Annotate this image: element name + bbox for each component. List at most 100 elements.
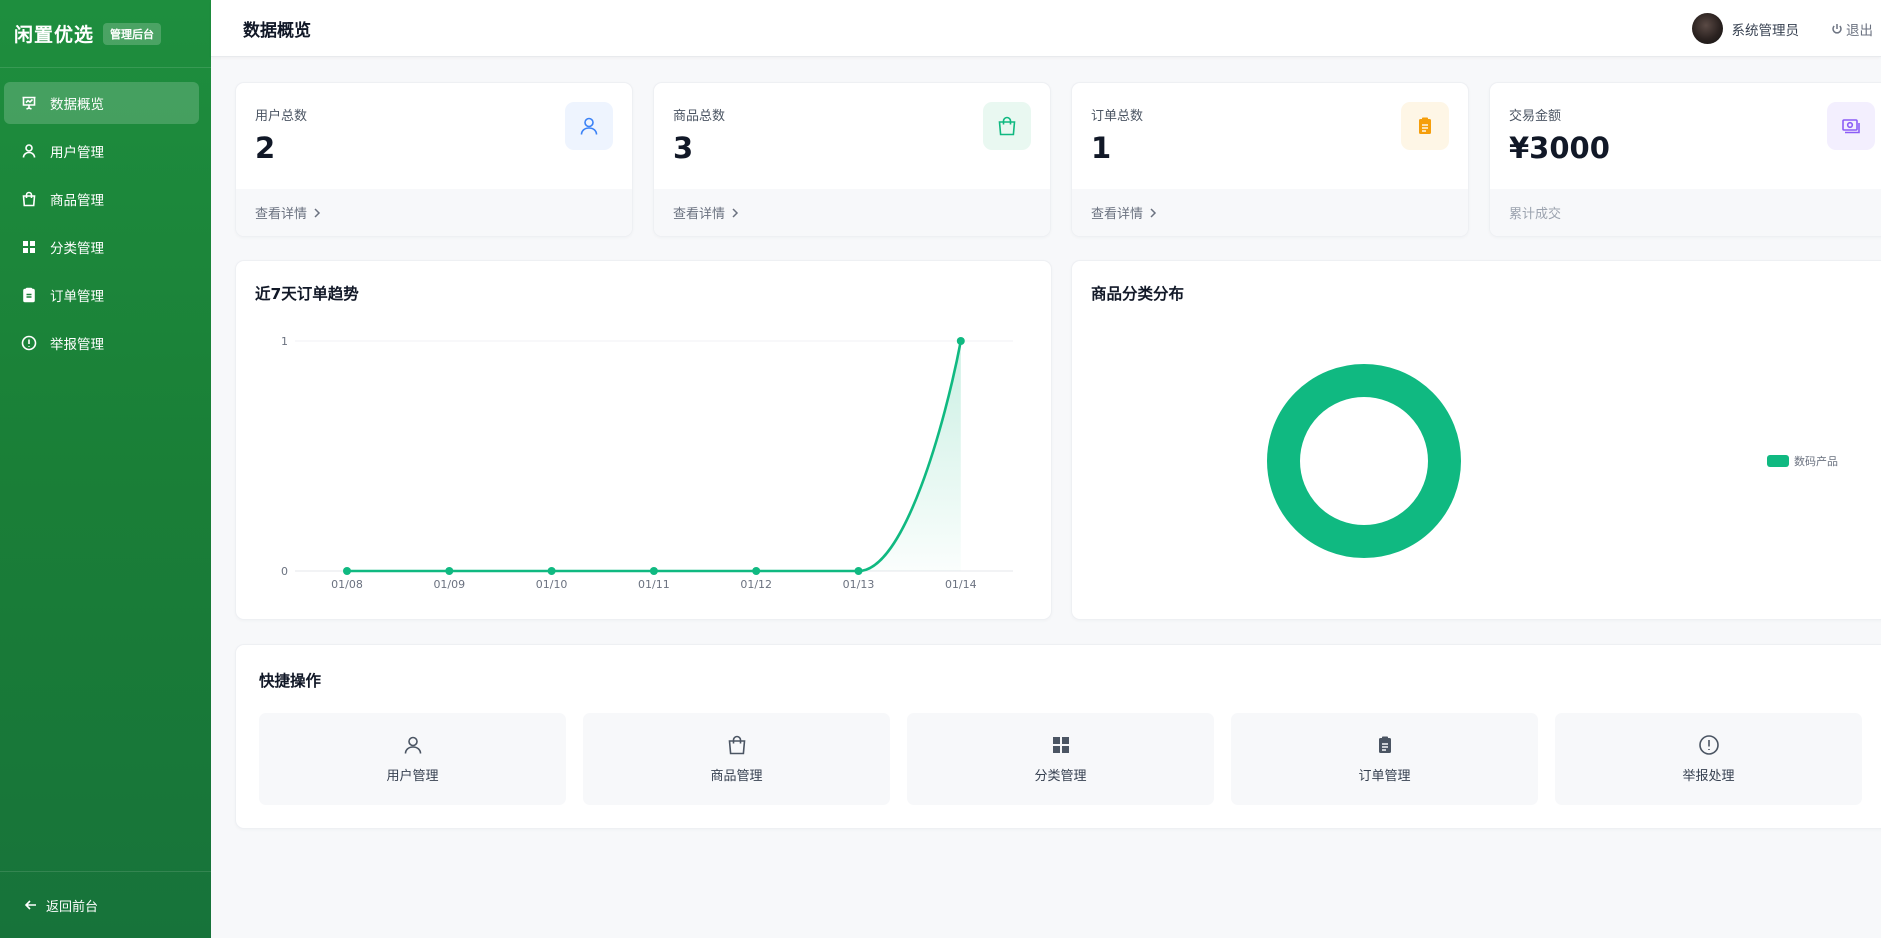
sidebar-item-orders[interactable]: 订单管理 [4, 274, 199, 316]
user-name[interactable]: 系统管理员 [1732, 19, 1800, 39]
sidebar-item-products[interactable]: 商品管理 [4, 178, 199, 220]
back-label: 返回前台 [46, 899, 99, 915]
arrow-left-icon [24, 900, 36, 910]
data-point [854, 567, 863, 575]
logout-label: 退出 [1846, 22, 1873, 39]
stat-label: 交易金额 [1509, 109, 1562, 124]
y-tick-label: 0 [281, 565, 288, 578]
app-tag: 管理后台 [103, 22, 162, 45]
stat-footer-label: 查看详情 [255, 207, 308, 222]
logout-button[interactable]: 退出 [1831, 19, 1881, 39]
clipboard-icon [1401, 102, 1449, 150]
quick-action-label: 订单管理 [1358, 769, 1411, 784]
quick-actions-title: 快捷操作 [259, 672, 322, 690]
trend-area [347, 341, 961, 571]
pie-slice [1267, 364, 1461, 558]
category-distribution-card: 商品分类分布 数码产品 [1071, 260, 1881, 620]
quick-action-label: 举报处理 [1682, 769, 1735, 784]
data-point [649, 567, 658, 575]
trend-line [347, 340, 963, 573]
legend-label: 数码产品 [1794, 454, 1838, 468]
stat-label: 商品总数 [673, 109, 726, 124]
sidebar-menu: 数据概览 用户管理 商品管理 分类管理 订单管理 举报管理 [0, 68, 211, 364]
stat-card-users: 用户总数 2 查看详情 [235, 82, 633, 237]
user-icon [20, 142, 38, 160]
presentation-chart-icon [20, 94, 38, 112]
top-header: 数据概览 系统管理员 退出 [211, 0, 1881, 57]
money-icon [1827, 102, 1875, 150]
sidebar-item-label: 订单管理 [50, 289, 104, 305]
clipboard-icon [1378, 736, 1391, 753]
stat-value: 1 [1091, 131, 1112, 165]
order-trend-chart: 0 1 01/08 01/09 01/10 01/11 01/12 01/13 01/14 [281, 335, 1013, 591]
quick-action-label: 商品管理 [710, 769, 763, 784]
stat-footer-label: 查看详情 [673, 207, 726, 222]
quick-action-products[interactable]: 商品管理 [583, 713, 890, 805]
user-icon [565, 102, 613, 150]
stat-footer: 累计成交 [1490, 189, 1881, 236]
sidebar-item-label: 商品管理 [50, 193, 104, 209]
sidebar-item-overview[interactable]: 数据概览 [4, 82, 199, 124]
stat-label: 用户总数 [255, 109, 308, 124]
sidebar-item-label: 举报管理 [50, 337, 104, 353]
x-tick-label: 01/13 [843, 578, 875, 591]
alert-circle-icon [20, 334, 38, 352]
shopping-bag-icon [983, 102, 1031, 150]
chevron-right-icon [314, 207, 321, 218]
stat-value: ¥3000 [1509, 131, 1610, 165]
app-title: 闲置优选 [14, 24, 95, 46]
page-title: 数据概览 [243, 20, 311, 41]
sidebar-item-categories[interactable]: 分类管理 [4, 226, 199, 268]
stat-card-products: 商品总数 3 查看详情 [653, 82, 1051, 237]
sidebar-item-label: 用户管理 [50, 145, 104, 161]
sidebar-item-reports[interactable]: 举报管理 [4, 322, 199, 364]
shopping-bag-icon [728, 735, 745, 755]
x-tick-label: 01/11 [638, 578, 670, 591]
stat-card-revenue: 交易金额 ¥3000 累计成交 [1489, 82, 1881, 237]
data-point [547, 567, 556, 575]
back-to-frontend-link[interactable]: 返回前台 [0, 871, 211, 938]
x-tick-label: 01/12 [740, 578, 772, 591]
shopping-bag-icon [20, 190, 38, 208]
sidebar-item-users[interactable]: 用户管理 [4, 130, 199, 172]
grid-icon [20, 238, 38, 256]
view-details-link[interactable]: 查看详情 [654, 189, 1050, 236]
quick-action-categories[interactable]: 分类管理 [907, 713, 1214, 805]
avatar[interactable] [1691, 13, 1723, 44]
power-icon [1832, 23, 1842, 34]
user-icon [404, 736, 421, 754]
quick-actions-card: 快捷操作 用户管理 商品管理 分类管理 订单管理 举报处理 [235, 644, 1881, 829]
sidebar: 闲置优选 管理后台 数据概览 用户管理 商品管理 分类管理 订单管理 举报管理 … [0, 0, 211, 938]
stat-label: 订单总数 [1091, 109, 1144, 124]
view-details-link[interactable]: 查看详情 [236, 189, 632, 236]
x-tick-label: 01/08 [331, 578, 363, 591]
clipboard-icon [20, 286, 38, 304]
quick-action-label: 用户管理 [386, 769, 439, 784]
data-point [752, 567, 761, 575]
quick-action-reports[interactable]: 举报处理 [1555, 713, 1862, 805]
quick-action-users[interactable]: 用户管理 [259, 713, 566, 805]
chevron-right-icon [1150, 207, 1157, 218]
grid-icon [1052, 737, 1069, 753]
stat-footer-label: 查看详情 [1091, 207, 1144, 222]
sidebar-item-label: 数据概览 [50, 97, 104, 113]
order-trend-card: 近7天订单趋势 0 1 01/08 01/09 01/10 01/11 01/12 01/13… [235, 260, 1052, 620]
quick-action-label: 分类管理 [1034, 769, 1087, 784]
stat-footer-label: 累计成交 [1509, 207, 1562, 222]
data-point [445, 567, 454, 575]
header-user-area: 系统管理员 退出 [1691, 0, 1881, 57]
quick-action-orders[interactable]: 订单管理 [1231, 713, 1538, 805]
sidebar-item-label: 分类管理 [50, 241, 104, 257]
view-details-link[interactable]: 查看详情 [1072, 189, 1468, 236]
category-pie-chart: 数码产品 [1267, 364, 1838, 558]
y-tick-label: 1 [281, 335, 288, 348]
alert-circle-icon [1698, 735, 1719, 755]
data-point [343, 567, 351, 575]
x-tick-label: 01/10 [536, 578, 568, 591]
x-tick-label: 01/14 [945, 578, 977, 591]
brand[interactable]: 闲置优选 管理后台 [0, 0, 211, 68]
stat-card-orders: 订单总数 1 查看详情 [1071, 82, 1469, 237]
stat-value: 2 [255, 131, 276, 165]
data-point [956, 337, 965, 345]
legend-swatch [1767, 455, 1789, 467]
